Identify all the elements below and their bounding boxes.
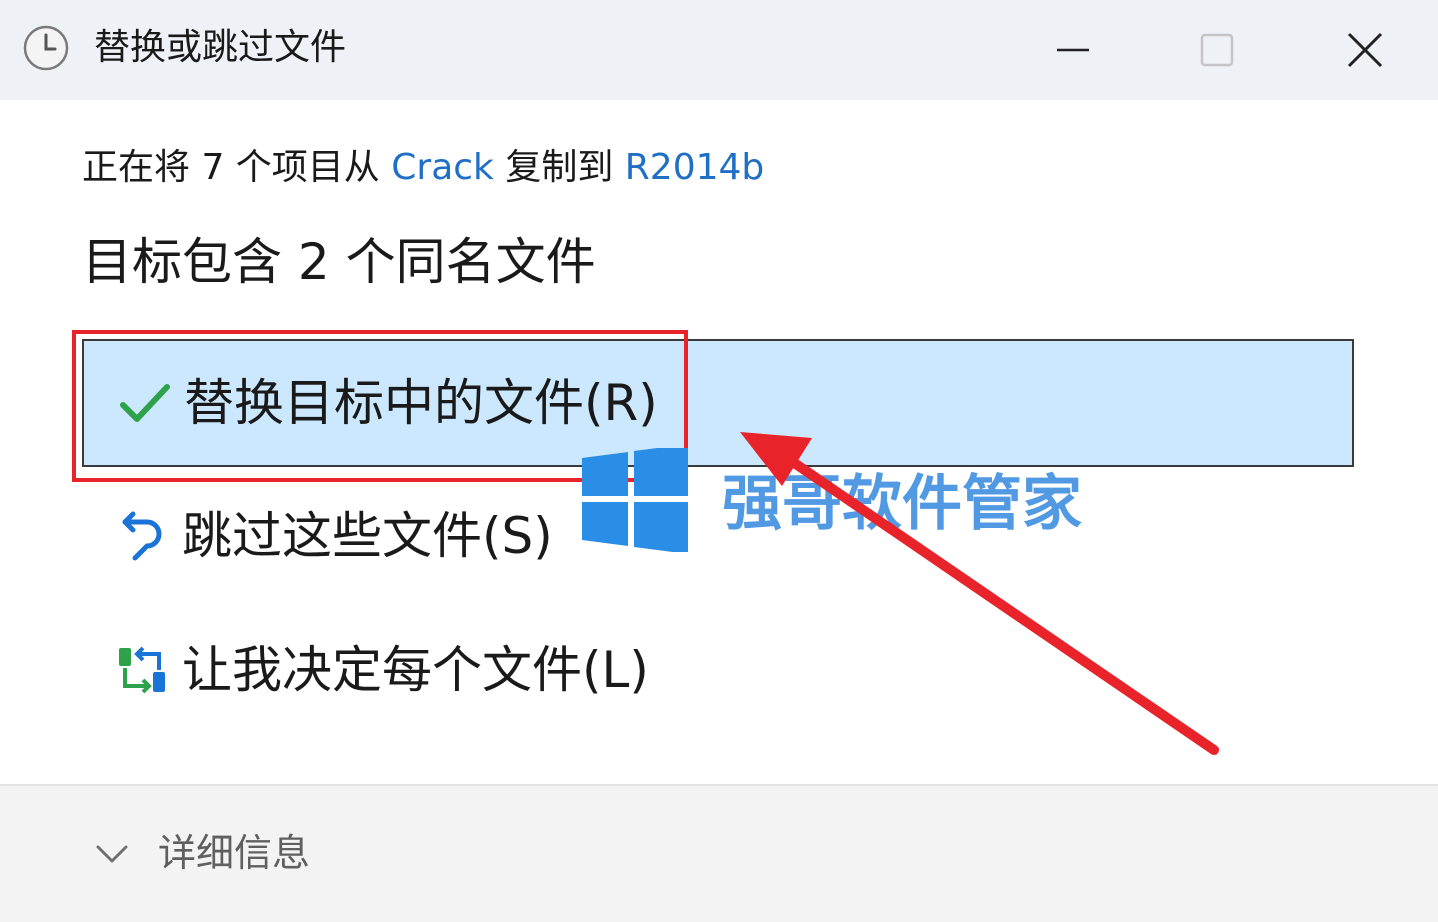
- copy-prefix: 正在将 7 个项目从: [82, 147, 392, 188]
- copy-middle: 复制到: [493, 147, 625, 188]
- clock-icon: [23, 25, 69, 71]
- destination-folder-link[interactable]: R2014b: [625, 147, 764, 188]
- title-bar: 替换或跳过文件: [0, 0, 1438, 100]
- skip-undo-icon: [112, 505, 174, 567]
- conflict-heading: 目标包含 2 个同名文件: [82, 233, 596, 291]
- maximize-button[interactable]: [1182, 18, 1252, 82]
- source-folder-link[interactable]: Crack: [391, 147, 494, 188]
- close-button[interactable]: [1330, 18, 1400, 82]
- replace-files-option[interactable]: 替换目标中的文件(R): [82, 339, 1354, 467]
- windows-logo-icon: [582, 448, 688, 552]
- copy-progress-description: 正在将 7 个项目从 Crack 复制到 R2014b: [82, 144, 764, 192]
- skip-files-label: 跳过这些文件(S): [182, 507, 553, 565]
- more-details-toggle[interactable]: 详细信息: [90, 828, 310, 878]
- watermark-text: 强哥软件管家: [722, 469, 1082, 539]
- window-title: 替换或跳过文件: [94, 27, 347, 68]
- replace-files-label: 替换目标中的文件(R): [184, 374, 658, 432]
- replace-or-skip-dialog: 替换或跳过文件 正在将 7 个项目从 Crack 复制到 R2014b 目标包含…: [0, 0, 1438, 922]
- more-details-label: 详细信息: [158, 831, 311, 875]
- checkmark-icon: [114, 372, 176, 434]
- decide-each-file-option[interactable]: 让我决定每个文件(L): [82, 606, 1354, 734]
- decide-each-file-label: 让我决定每个文件(L): [182, 641, 649, 699]
- maximize-icon: [1200, 33, 1234, 67]
- compare-files-icon: [112, 639, 174, 701]
- minimize-button[interactable]: [1038, 18, 1108, 82]
- close-icon: [1347, 32, 1383, 68]
- skip-files-option[interactable]: 跳过这些文件(S): [82, 472, 1354, 600]
- chevron-down-icon: [96, 845, 128, 863]
- minimize-icon: [1057, 48, 1089, 52]
